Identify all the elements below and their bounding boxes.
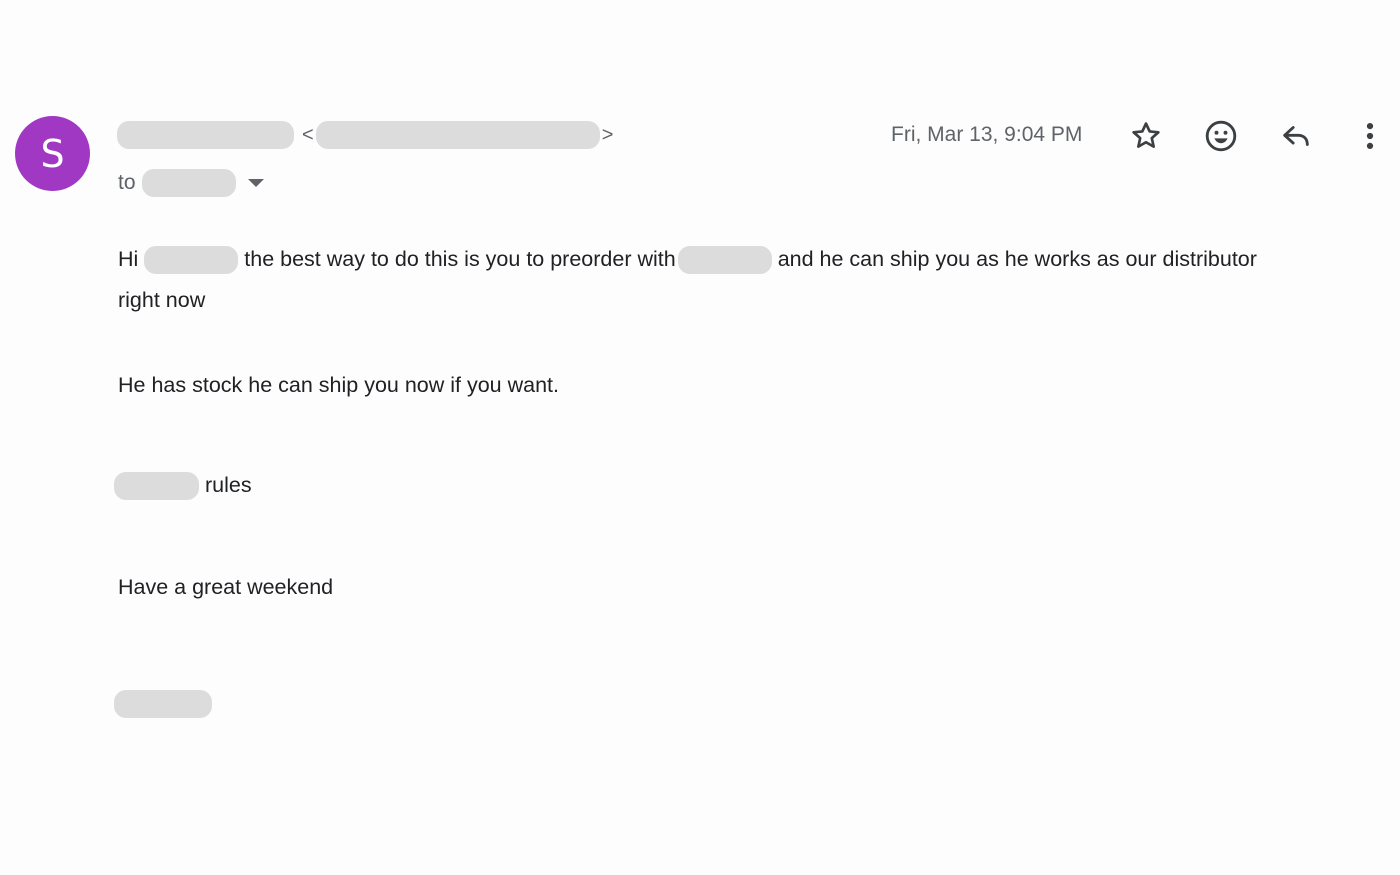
body-text-segment: rules: [204, 473, 252, 497]
body-paragraph: Have a great weekend: [118, 575, 334, 599]
add-reaction-button[interactable]: [1201, 116, 1241, 156]
body-paragraph: rules: [114, 465, 252, 506]
body-paragraph: He has stock he can ship you now if you …: [118, 373, 559, 397]
reply-icon: [1283, 126, 1309, 146]
email-close-bracket: >: [601, 123, 614, 146]
redacted-signature: [114, 690, 212, 719]
recipient-details-dropdown-icon[interactable]: [247, 179, 264, 187]
reply-button[interactable]: [1276, 116, 1316, 156]
to-label: to: [118, 171, 136, 194]
redacted-sender-name: [117, 121, 294, 149]
sender-line: < >: [117, 120, 615, 150]
more-vert-icon: [1366, 122, 1374, 150]
star-icon: [1132, 122, 1160, 148]
message-date: Fri, Mar 13, 9:04 PM: [891, 123, 1083, 146]
star-button[interactable]: [1126, 116, 1166, 156]
redacted-recipient: [141, 169, 236, 197]
redacted-sender-email: [315, 121, 600, 149]
body-text-segment: the best way to do this is you to preord…: [244, 247, 676, 271]
body-text-segment: and he can ship you as he works as our d…: [777, 247, 1257, 271]
signature: [114, 683, 212, 724]
body-line-2: right now: [118, 288, 206, 312]
redacted-name: [144, 246, 239, 275]
sender-avatar[interactable]: S: [15, 116, 90, 191]
redacted-name: [114, 472, 199, 501]
recipient-line: to: [118, 168, 264, 198]
redacted-name: [677, 246, 772, 275]
greeting: Hi: [118, 247, 139, 271]
email-open-bracket: <: [302, 123, 314, 146]
more-options-button[interactable]: [1350, 116, 1390, 156]
body-line-1: Hi the best way to do this is you to pre…: [118, 239, 1257, 280]
emoji-icon: [1205, 120, 1237, 152]
